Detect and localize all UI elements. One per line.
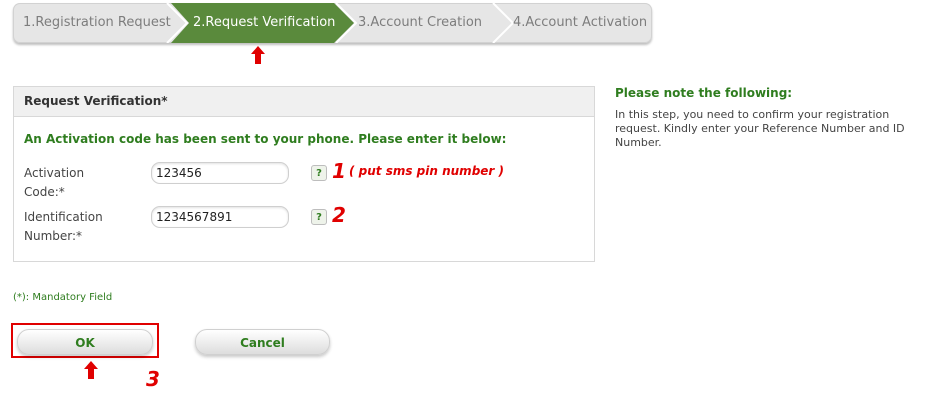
activation-code-label-line1: Activation (24, 166, 85, 180)
annotation-number-3: 3 (146, 367, 160, 391)
cancel-button[interactable]: Cancel (195, 329, 330, 355)
identification-number-input[interactable] (151, 206, 289, 228)
step-account-creation: 3.Account Creation (358, 15, 483, 30)
note-text: In this step, you need to confirm your r… (615, 108, 905, 149)
activation-code-label: Activation Code:* (24, 164, 84, 202)
activation-code-input[interactable] (151, 162, 289, 184)
annotation-number-1: 1 (332, 159, 346, 183)
step-divider-3 (492, 3, 515, 43)
red-arrow-up-icon-ok (84, 361, 98, 379)
identification-number-label-line1: Identification (24, 210, 103, 224)
step-account-activation: 4.Account Activation (513, 15, 648, 30)
annotation-sms-pin-note: ( put sms pin number ) (349, 164, 504, 178)
identification-number-label-line2: Number:* (24, 229, 83, 243)
note-title: Please note the following: (615, 86, 793, 100)
annotation-number-2: 2 (332, 203, 346, 227)
request-verification-panel: Request Verification* An Activation code… (13, 86, 595, 262)
identification-number-label: Identification Number:* (24, 208, 103, 246)
wizard-steps: 1.Registration Request 2.Request Verific… (13, 3, 652, 43)
mandatory-field-note: (*): Mandatory Field (13, 292, 113, 303)
red-arrow-up-icon (251, 46, 265, 64)
ok-button[interactable]: OK (17, 329, 153, 355)
panel-title: Request Verification* (14, 87, 594, 117)
step-request-verification: 2.Request Verification (193, 15, 336, 30)
activation-code-label-line2: Code:* (24, 185, 65, 199)
step-registration-request: 1.Registration Request (23, 15, 171, 30)
identification-number-help-icon[interactable]: ? (311, 209, 327, 225)
activation-code-help-icon[interactable]: ? (311, 165, 327, 181)
instruction-text: An Activation code has been sent to your… (24, 132, 507, 146)
